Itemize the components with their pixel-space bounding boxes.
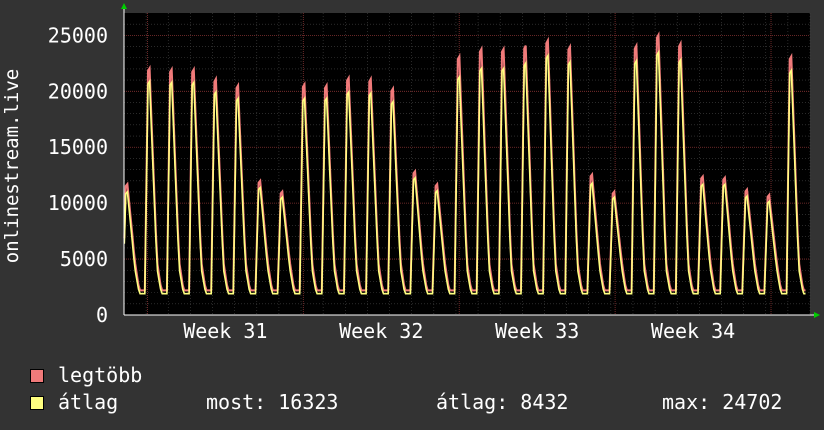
x-tick-label: Week 31	[183, 319, 267, 343]
y-axis-label: onlinestream.live	[1, 69, 23, 263]
x-tick-labels: Week 31 Week 32 Week 33 Week 34	[183, 319, 735, 343]
legend-label-atlag: átlag	[58, 390, 119, 414]
y-tick-label: 5000	[60, 247, 108, 271]
y-tick-labels: 0 5000 10000 15000 20000 25000	[48, 23, 108, 327]
y-axis-label-text: onlinestream.live	[1, 69, 23, 263]
y-tick-label: 0	[96, 303, 108, 327]
x-tick-label: Week 34	[651, 319, 735, 343]
y-tick-label: 15000	[48, 135, 108, 159]
legend-swatch-atlag	[30, 395, 44, 410]
x-axis-arrow	[814, 312, 820, 318]
chart-area: 0 5000 10000 15000 20000 25000 Week 31 Week 32…	[48, 3, 820, 343]
x-tick-label: Week 33	[495, 319, 579, 343]
y-tick-label: 10000	[48, 191, 108, 215]
legend-item-legtobb: legtöbb	[30, 362, 142, 389]
x-tick-label: Week 32	[339, 319, 423, 343]
y-tick-label: 20000	[48, 79, 108, 103]
y-axis-arrow	[121, 3, 127, 9]
stat-average: átlag: 8432	[436, 390, 569, 414]
legend: legtöbb átlag	[30, 362, 142, 416]
stat-max: max: 24702	[662, 390, 783, 414]
legend-label-legtobb: legtöbb	[58, 363, 143, 387]
legend-item-atlag: átlag	[30, 389, 142, 416]
legend-swatch-legtobb	[30, 368, 44, 383]
y-tick-label: 25000	[48, 23, 108, 47]
stat-current: most: 16323	[206, 390, 339, 414]
